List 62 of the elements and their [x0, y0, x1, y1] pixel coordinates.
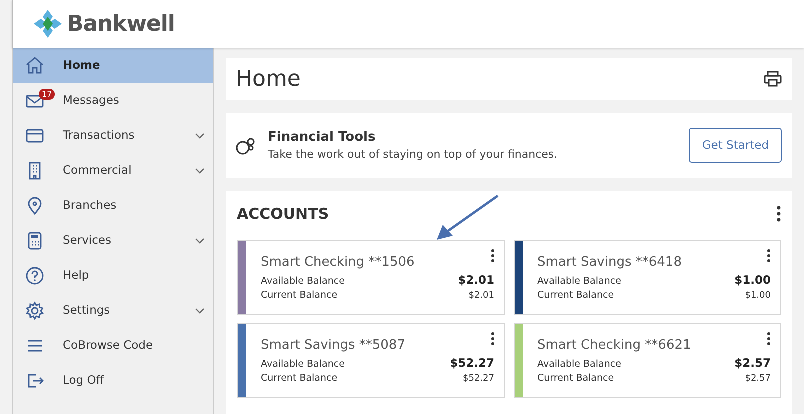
settings-icon [25, 300, 45, 320]
account-card[interactable]: Smart Savings **6418 Available Balance $1.00 Current Balance $1.00 [514, 240, 781, 314]
current-balance: $2.57 [745, 373, 771, 386]
logo-text: Bankwell [67, 10, 175, 38]
get-started-button[interactable]: Get Started [689, 128, 782, 163]
sidebar-item[interactable]: 17 Messages [13, 83, 213, 118]
balance-label: Available Balance [538, 275, 622, 289]
help-icon [25, 266, 45, 286]
card-title: Financial Tools [268, 128, 377, 146]
sidebar-item[interactable]: Branches [13, 188, 213, 223]
sidebar-item[interactable]: Transactions [13, 118, 213, 153]
account-name: Smart Savings **5087 [261, 336, 406, 354]
logo-icon [33, 9, 63, 39]
more-icon[interactable] [490, 332, 494, 346]
available-balance: $52.27 [450, 355, 494, 372]
item-label: Help [63, 266, 90, 284]
available-balance: $2.01 [458, 272, 494, 289]
print-icon[interactable] [764, 71, 782, 87]
sidebar-item[interactable]: Log Off [13, 363, 213, 398]
item-label: Home [63, 56, 102, 74]
item-label: Transactions [63, 126, 136, 144]
account-name: Smart Savings **6418 [538, 254, 682, 272]
sidebar-item[interactable]: CoBrowse Code [13, 328, 213, 363]
current-balance: $1.00 [745, 290, 771, 303]
account-card[interactable]: Smart Savings **5087 Available Balance $52.27 Current Balance $52.27 [237, 322, 504, 398]
unread-badge: 17 [39, 89, 56, 100]
balance-label: Current Balance [538, 372, 614, 386]
account-name: Smart Checking **1506 [261, 254, 415, 272]
current-balance: $2.01 [468, 290, 494, 303]
sidebar-item[interactable]: Help [13, 258, 213, 293]
home-icon [25, 56, 45, 76]
item-label: Services [63, 232, 112, 249]
available-balance: $2.57 [734, 355, 771, 372]
item-label: CoBrowse Code [63, 336, 154, 354]
item-label: Branches [63, 196, 118, 214]
item-label: Settings [63, 302, 112, 319]
balance-label: Current Balance [261, 372, 338, 386]
more-icon[interactable] [777, 206, 781, 222]
card-description: Take the work out of staying on top of your finances. [268, 147, 559, 163]
sidebar-item[interactable]: Home [13, 48, 213, 83]
account-card[interactable]: Smart Checking **1506 Available Balance $2.01 Current Balance $2.01 [237, 240, 504, 314]
more-icon[interactable] [767, 248, 771, 262]
coins-icon [236, 136, 256, 154]
balance-label: Current Balance [538, 289, 614, 304]
balance-label: Available Balance [261, 358, 345, 372]
account-card[interactable]: Smart Checking **6621 Available Balance $2.57 Current Balance $2.57 [514, 322, 781, 398]
more-icon[interactable] [490, 248, 494, 262]
balance-label: Available Balance [261, 275, 345, 289]
balance-label: Available Balance [538, 358, 622, 372]
item-label: Commercial [63, 162, 133, 179]
item-label: Log Off [63, 372, 106, 389]
item-label: Messages [63, 92, 120, 109]
sidebar-item[interactable]: Commercial [13, 153, 213, 188]
sidebar-item[interactable]: Settings [13, 293, 213, 328]
sidebar-item[interactable]: Services [13, 223, 213, 258]
available-balance: $1.00 [734, 272, 771, 289]
current-balance: $52.27 [463, 373, 494, 386]
more-icon[interactable] [767, 332, 771, 346]
account-name: Smart Checking **6621 [538, 336, 692, 354]
balance-label: Current Balance [261, 289, 338, 304]
section-title: ACCOUNTS [237, 204, 330, 225]
page-title: Home [236, 66, 301, 94]
